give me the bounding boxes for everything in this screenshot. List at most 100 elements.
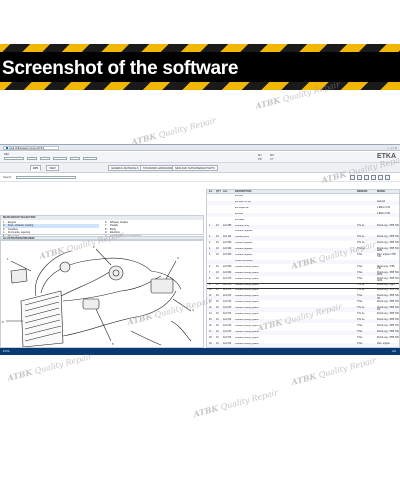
table-row[interactable]: 14 1X 121 074 Coolant cooling system T1V 1e P… bbox=[207, 313, 399, 318]
table-row[interactable]: 5 1X 121 600 Coolant regulator T1Ve Pain. eng… bbox=[207, 254, 399, 259]
forward-icon[interactable] bbox=[357, 175, 362, 180]
table-row[interactable]: Outlet connection bbox=[207, 259, 399, 265]
cell-desc: Coolant cooling system bbox=[235, 265, 259, 268]
field-5[interactable] bbox=[70, 157, 80, 160]
cell-qty: 1X bbox=[216, 236, 219, 239]
cell-qty: 1X bbox=[216, 277, 219, 280]
cell-part: 121 600 bbox=[223, 254, 232, 256]
cell-desc: Coolant regulator bbox=[235, 242, 253, 245]
cell-remark: T1Ve bbox=[357, 301, 363, 304]
cell-qty: 1X bbox=[216, 254, 219, 256]
cell-model: Diesel eng. / P85 T46 bbox=[377, 265, 395, 271]
cell-model: Petrol eng. / P85 T46 AMS bbox=[377, 277, 399, 282]
search-label: Search bbox=[3, 176, 12, 179]
main-group-heading: MAIN GROUP SELECTION bbox=[1, 216, 203, 220]
tab-general-materials[interactable]: GENERAL MATERIALS bbox=[108, 165, 142, 171]
pr-label: PR bbox=[258, 158, 262, 161]
main-group-panel: MAIN GROUP SELECTION 1 Engine 2 Fuel, exhau… bbox=[0, 215, 204, 238]
parts-table-header: ILL QTY ALL DESCRIPTION REMARK MODEL bbox=[207, 190, 399, 194]
col-remark: REMARK bbox=[357, 190, 368, 193]
tab-view[interactable]: VIEW bbox=[46, 165, 59, 171]
tab-epc[interactable]: EPC bbox=[30, 165, 42, 171]
table-row[interactable]: 6 1X 121 600 Coolant cooling system T1Ve Dies… bbox=[207, 265, 399, 271]
cell-qty: 1X bbox=[216, 295, 219, 298]
table-row[interactable]: ant-water bbox=[207, 219, 399, 224]
cell-desc: Coolant cooling system bbox=[235, 301, 259, 304]
table-row[interactable]: ant-filter 2 ENG 2 FSI bbox=[207, 212, 399, 218]
ct-label: CT bbox=[270, 158, 274, 161]
zoom-icon[interactable] bbox=[371, 175, 376, 180]
table-row[interactable]: 11 1X 121 074 Coolant cooling system T1Ve Pet… bbox=[207, 295, 399, 300]
cell-model: Petrol eng. / P85 T46 bbox=[377, 330, 399, 333]
table-row[interactable]: ant-dispenser 2 ENG 2 FSI bbox=[207, 207, 399, 212]
cell-remark: T1Ve bbox=[357, 330, 363, 333]
cell-model: Petrol eng. / P85 T46 AMS bbox=[377, 248, 399, 253]
tab-standard-hardware[interactable]: STANDARD HARDWARE bbox=[140, 165, 176, 171]
ref-field[interactable] bbox=[4, 157, 24, 160]
cell-desc: Coolant regulator bbox=[235, 248, 253, 251]
cell-remark: T1Ve bbox=[357, 336, 363, 339]
cell-ill: 1 bbox=[209, 224, 211, 227]
search-input[interactable] bbox=[16, 176, 76, 179]
cell-qty: 1X bbox=[216, 324, 219, 327]
print-icon[interactable] bbox=[364, 175, 369, 180]
cell-model: Petrol eng. / P85 T46 HA bbox=[377, 307, 399, 312]
settings-icon[interactable] bbox=[378, 175, 383, 180]
cell-desc: Coolant cooling system bbox=[235, 295, 259, 298]
window-tab-label: Audi Volkswagen Group ETKA bbox=[9, 147, 45, 150]
cell-model: Petrol eng. / P85 T46 bbox=[377, 224, 399, 227]
cell-remark: T1V 1e bbox=[357, 318, 365, 321]
cell-desc: ant-filter bbox=[235, 212, 244, 215]
mo-label: MO bbox=[270, 154, 275, 157]
window-tab[interactable]: Audi Volkswagen Group ETKA bbox=[3, 146, 59, 150]
table-row[interactable]: ant-filter bbox=[207, 195, 399, 200]
table-row[interactable]: 12 1X 121 074 Coolant cooling system T1Ve Pet… bbox=[207, 301, 399, 306]
window-controls[interactable]: — ▢ ✕ bbox=[387, 146, 397, 150]
field-6[interactable] bbox=[83, 157, 97, 160]
table-row[interactable]: Coolant regulator bbox=[207, 230, 399, 235]
etka-logo: ETKA bbox=[376, 153, 396, 160]
cell-ill: 15 bbox=[209, 318, 212, 321]
cell-ill: 11 bbox=[209, 295, 212, 298]
back-icon[interactable] bbox=[350, 175, 355, 180]
table-row[interactable]: 18 1X 121 074 Coolant cooling system T1Ve Pet… bbox=[207, 336, 399, 342]
cell-qty: 1X bbox=[216, 318, 219, 321]
field-3[interactable] bbox=[40, 157, 50, 160]
table-row[interactable]: 3 1X 121 600 Coolant regulator T1V 1e Petrol … bbox=[207, 242, 399, 247]
table-row[interactable]: 4 1X 121 600 Coolant regulator T1V 1e Petrol … bbox=[207, 248, 399, 253]
table-row[interactable]: 19 1X 121 074 Coolant cooling system T1Ve Pai… bbox=[207, 342, 399, 347]
table-row[interactable]: 2 1X 121 113 Coolant pump T1V 1e Petrol eng. … bbox=[207, 236, 399, 241]
field-2[interactable] bbox=[27, 157, 37, 160]
table-row[interactable]: 10 1X 121 074 Coolant cooling system T1V 1e P… bbox=[207, 289, 399, 294]
cell-desc: Coolant cooling system bbox=[235, 307, 259, 310]
table-row[interactable]: 9 1X 121 074 Coolant cooling system T1V 1e Pe… bbox=[207, 282, 399, 290]
cell-qty: 1X bbox=[216, 283, 219, 286]
close-icon[interactable] bbox=[385, 175, 390, 180]
table-row[interactable]: 13 1X 121 074 Coolant cooling system T1V 1e P… bbox=[207, 307, 399, 312]
svg-text:4: 4 bbox=[192, 308, 194, 312]
table-row[interactable]: 17 1X 121 074 Coolant cooling system T1Ve Pet… bbox=[207, 330, 399, 336]
cell-model: Petrol eng. / P85 T46 bbox=[377, 324, 399, 327]
table-row[interactable]: 7 1X 121 600 Coolant cooling system T1Ve Petr… bbox=[207, 271, 399, 277]
table-row[interactable]: ant-filter, for the Audi A3 bbox=[207, 200, 399, 206]
cell-ill: 7 bbox=[209, 271, 211, 274]
cell-qty: 1X bbox=[216, 307, 219, 310]
cell-part: 121 113 bbox=[223, 236, 232, 239]
cell-remark: T1Ve bbox=[357, 271, 363, 274]
table-row[interactable]: 1 1X 121 055 Coolant pump T1V 1e Petrol eng. … bbox=[207, 224, 399, 230]
illustration-preview[interactable]: 1 2 3 4 5 6 bbox=[0, 240, 204, 348]
cell-ill: 5 bbox=[209, 254, 211, 256]
table-row[interactable]: 8 1X 121 073 Coolant cooling system T1Ve Petr… bbox=[207, 277, 399, 283]
cell-remark: T1Ve bbox=[357, 342, 363, 345]
cell-model: 2 ENG 2 FSI bbox=[377, 212, 391, 215]
table-row[interactable]: 15 1X 121 074 Coolant cooling system T1V 1e P… bbox=[207, 318, 399, 324]
banner-title: Screenshot of the software bbox=[2, 58, 239, 79]
field-4[interactable] bbox=[53, 157, 67, 160]
cell-qty: 1X bbox=[216, 330, 219, 333]
cell-remark: T1Ve bbox=[357, 295, 363, 298]
cell-model: Petrol eng. / P85 T46 bbox=[377, 313, 399, 315]
tab-new-superseded[interactable]: NEW AND SUPERSEDED PARTS bbox=[172, 165, 218, 171]
cell-model: Pain. engine bbox=[377, 342, 390, 345]
table-row[interactable]: 16 1X 121 074 Coolant cooling system T1Ve Pet… bbox=[207, 324, 399, 330]
cell-qty: 1X bbox=[216, 224, 219, 227]
